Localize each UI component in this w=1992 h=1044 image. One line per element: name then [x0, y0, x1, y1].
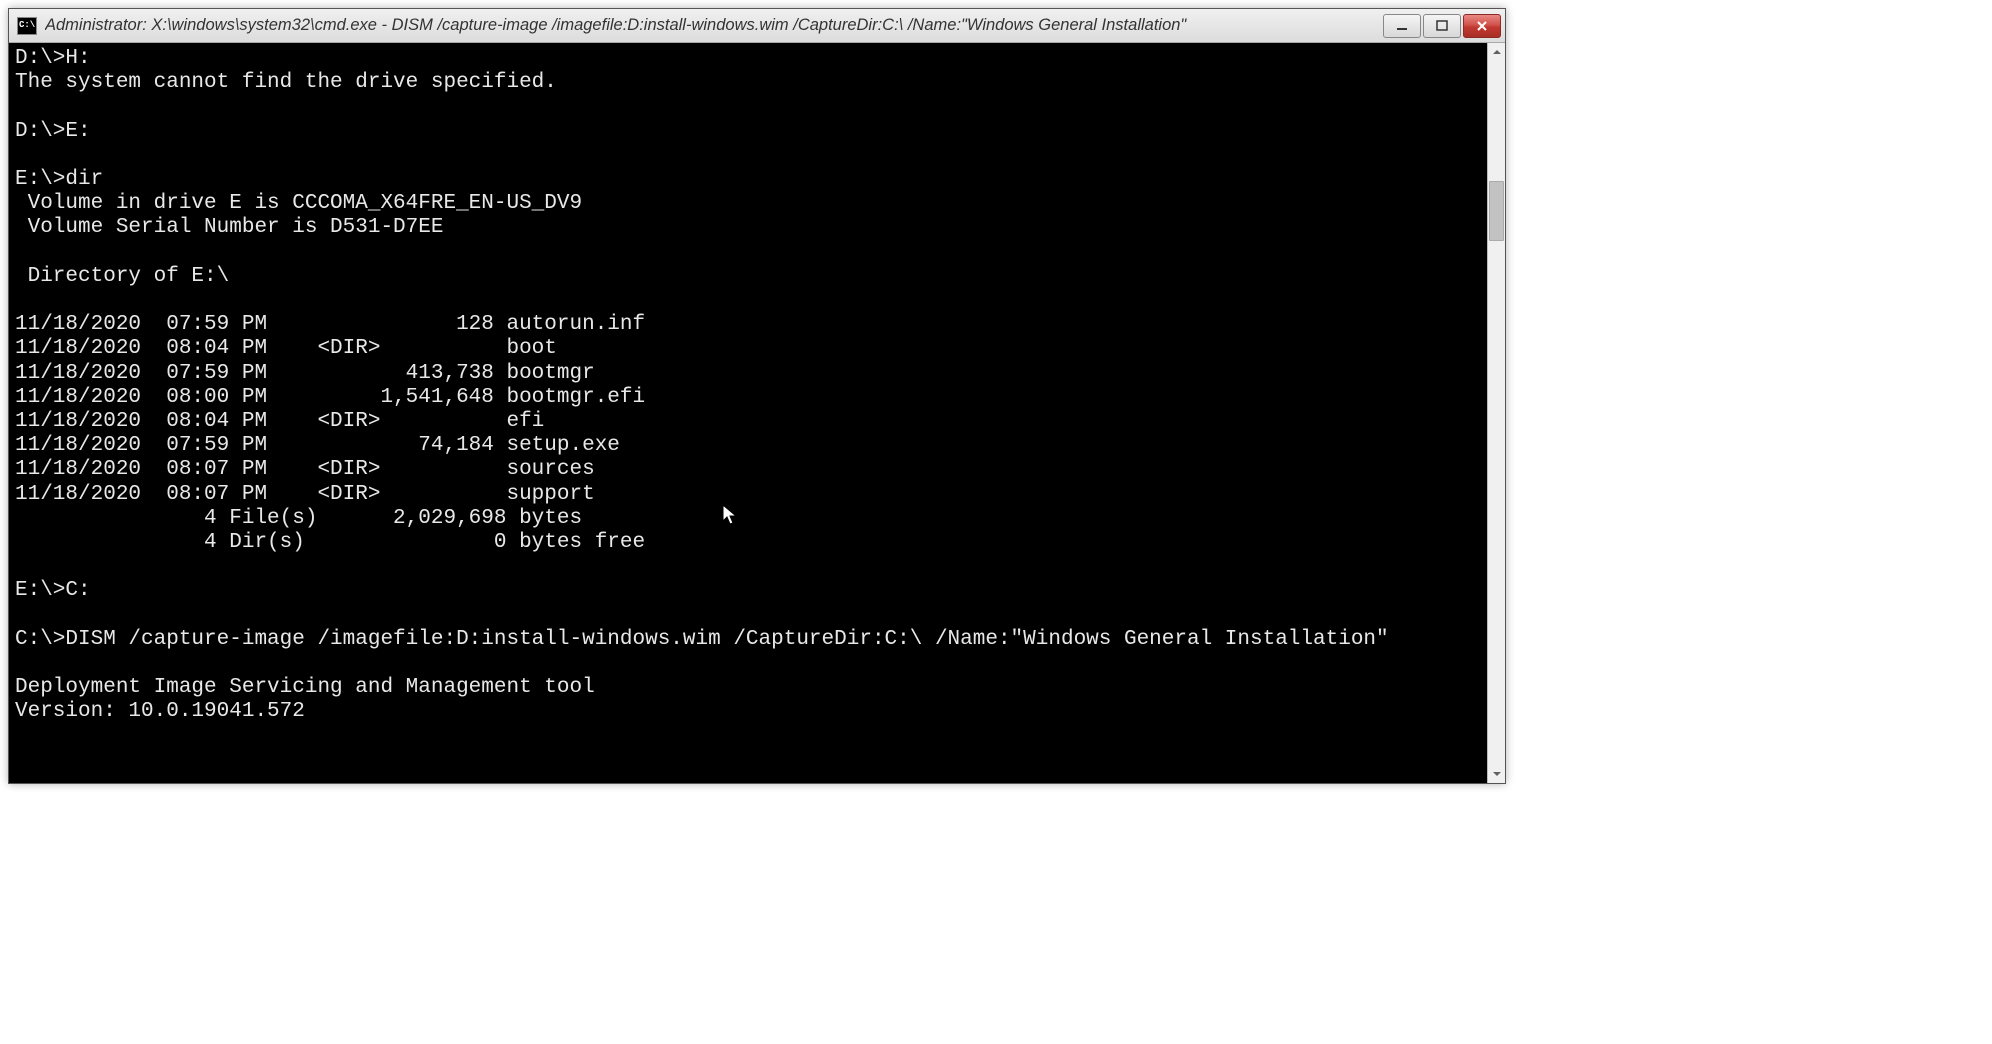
- terminal-line: 11/18/2020 08:07 PM <DIR> support: [15, 483, 1481, 507]
- terminal-line: [15, 555, 1481, 579]
- terminal-line: D:\>E:: [15, 120, 1481, 144]
- terminal-line: 11/18/2020 07:59 PM 128 autorun.inf: [15, 313, 1481, 337]
- cmd-icon: C:\: [17, 17, 37, 35]
- terminal-line: 11/18/2020 08:04 PM <DIR> boot: [15, 337, 1481, 361]
- terminal-line: 11/18/2020 08:07 PM <DIR> sources: [15, 458, 1481, 482]
- minimize-button[interactable]: [1383, 14, 1421, 38]
- cmd-window: C:\ Administrator: X:\windows\system32\c…: [8, 8, 1506, 784]
- terminal-line: C:\>DISM /capture-image /imagefile:D:ins…: [15, 628, 1481, 652]
- terminal-line: Version: 10.0.19041.572: [15, 700, 1481, 724]
- scrollbar-track[interactable]: [1488, 61, 1505, 765]
- maximize-button[interactable]: [1423, 14, 1461, 38]
- window-controls: [1383, 14, 1501, 38]
- terminal-line: D:\>H:: [15, 47, 1481, 71]
- terminal-line: [15, 289, 1481, 313]
- terminal-line: [15, 144, 1481, 168]
- terminal-line: Directory of E:\: [15, 265, 1481, 289]
- terminal-line: E:\>C:: [15, 579, 1481, 603]
- titlebar[interactable]: C:\ Administrator: X:\windows\system32\c…: [9, 9, 1505, 43]
- terminal-line: [15, 604, 1481, 628]
- vertical-scrollbar[interactable]: [1487, 43, 1505, 783]
- chevron-up-icon: [1492, 47, 1502, 57]
- terminal-line: Volume in drive E is CCCOMA_X64FRE_EN-US…: [15, 192, 1481, 216]
- terminal-line: Deployment Image Servicing and Managemen…: [15, 676, 1481, 700]
- chevron-down-icon: [1492, 769, 1502, 779]
- terminal-line: [15, 241, 1481, 265]
- minimize-icon: [1396, 20, 1408, 32]
- terminal-line: 4 Dir(s) 0 bytes free: [15, 531, 1481, 555]
- terminal-line: [15, 725, 1481, 749]
- scrollbar-thumb[interactable]: [1489, 181, 1504, 241]
- close-button[interactable]: [1463, 14, 1501, 38]
- scrollbar-up-arrow[interactable]: [1488, 43, 1505, 61]
- terminal-output[interactable]: D:\>H:The system cannot find the drive s…: [9, 43, 1487, 783]
- close-icon: [1475, 20, 1489, 32]
- window-title: Administrator: X:\windows\system32\cmd.e…: [45, 16, 1383, 35]
- terminal-line: 11/18/2020 08:00 PM 1,541,648 bootmgr.ef…: [15, 386, 1481, 410]
- terminal-line: The system cannot find the drive specifi…: [15, 71, 1481, 95]
- terminal-line: 11/18/2020 07:59 PM 413,738 bootmgr: [15, 362, 1481, 386]
- terminal-line: Volume Serial Number is D531-D7EE: [15, 216, 1481, 240]
- maximize-icon: [1436, 20, 1448, 32]
- terminal-line: [15, 652, 1481, 676]
- terminal-line: E:\>dir: [15, 168, 1481, 192]
- terminal-line: 11/18/2020 07:59 PM 74,184 setup.exe: [15, 434, 1481, 458]
- terminal-line: [15, 95, 1481, 119]
- terminal-line: 4 File(s) 2,029,698 bytes: [15, 507, 1481, 531]
- terminal-area: D:\>H:The system cannot find the drive s…: [9, 43, 1505, 783]
- scrollbar-down-arrow[interactable]: [1488, 765, 1505, 783]
- terminal-line: 11/18/2020 08:04 PM <DIR> efi: [15, 410, 1481, 434]
